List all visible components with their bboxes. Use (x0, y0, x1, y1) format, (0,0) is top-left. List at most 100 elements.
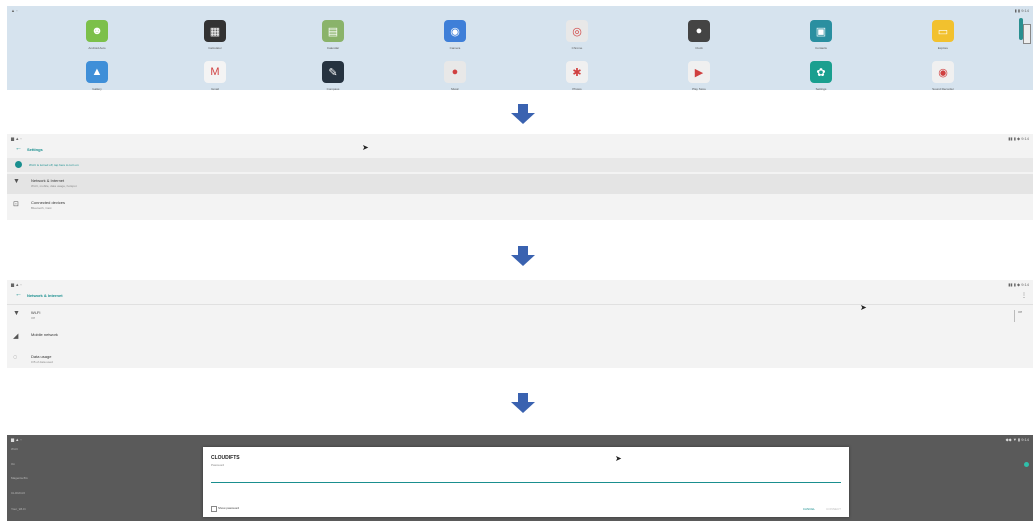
status-icons-left: ▆ ▲ ◦ (11, 437, 22, 442)
chrome-icon: ◎ (566, 20, 588, 42)
app-music[interactable]: ● Music (425, 61, 485, 91)
settings-gear-icon: ✿ (810, 61, 832, 83)
back-arrow-icon[interactable]: ← (15, 145, 22, 152)
android-icon: ☻ (86, 20, 108, 42)
status-icons-left: ▲ ◦ (11, 8, 18, 13)
network-item-title: Wi-Fi (31, 310, 41, 315)
clock-icon: ● (688, 20, 710, 42)
status-icons-left: ▆ ▲ ◦ (11, 282, 22, 287)
bg-list-item: Your_Wi-Fi (11, 507, 26, 511)
gmail-icon: M (204, 61, 226, 83)
app-label: Chrome (571, 46, 583, 50)
show-password-checkbox[interactable] (211, 506, 217, 512)
compass-icon: ✎ (322, 61, 344, 83)
launcher-screen: ▲ ◦ ▮ ▮ 9:14 ☻ Android Auto ▦ Calculator ▤ Ca… (7, 6, 1033, 91)
app-label: Sound Recorder (932, 87, 954, 91)
app-label: Music (451, 87, 459, 91)
show-password-label: Show password (218, 506, 240, 510)
wifi-icon: ▼ (13, 310, 20, 317)
wifi-password-dialog: CLOUDIFTS Password Show password CANCEL … (203, 447, 849, 517)
app-camera[interactable]: ◉ Camera (425, 20, 485, 50)
page-title: Network & Internet (27, 293, 63, 298)
status-bar: ▆ ▲ ◦ ▮▮ ▮ ◆ 9:14 (7, 280, 1033, 288)
toolbar: ← Settings (7, 142, 1033, 159)
play-store-icon: ▶ (688, 61, 710, 83)
data-usage-icon: ◌ (13, 354, 18, 361)
app-clock[interactable]: ● Clock (669, 20, 729, 50)
app-contacts[interactable]: ▣ Contacts (791, 20, 851, 50)
network-item-wifi[interactable]: ▼ Wi-Fi Off Off (7, 306, 1033, 326)
app-play-store[interactable]: ▶ Play Store (669, 61, 729, 91)
app-label: Calculator (208, 46, 222, 50)
network-item-title: Mobile network (31, 332, 58, 337)
bg-list-item: Wi-Fi (11, 447, 18, 451)
app-calendar[interactable]: ▤ Calendar (303, 20, 363, 50)
app-photos[interactable]: ✱ Photos (547, 61, 607, 91)
app-android[interactable]: ☻ Android Auto (67, 20, 127, 50)
network-item-subtitle: Off (31, 316, 35, 320)
settings-item-title: Network & Internet (31, 178, 65, 183)
down-arrow-icon (510, 104, 536, 124)
scrollbar[interactable] (1023, 24, 1031, 44)
bg-list-item: On (11, 462, 16, 466)
page-title: Settings (27, 147, 43, 152)
down-arrow-icon (510, 246, 536, 266)
down-arrow-icon (510, 393, 536, 413)
bg-list-item: Magenta-5G (11, 476, 28, 480)
app-settings-gear[interactable]: ✿ Settings (791, 61, 851, 91)
banner-text: Wi-Fi is turned off, tap here to turn on (29, 163, 79, 167)
settings-item-subtitle: Bluetooth, Cast (31, 206, 52, 210)
camera-icon: ◉ (444, 20, 466, 42)
settings-screen: ▆ ▲ ◦ ▮▮ ▮ ◆ 9:14 ← Settings Wi-Fi is tu… (7, 134, 1033, 220)
calculator-icon: ▦ (204, 20, 226, 42)
status-bar: ▲ ◦ ▮ ▮ 9:14 (7, 6, 1033, 14)
network-item-data-usage[interactable]: ◌ Data usage 0 B of data used (7, 350, 1033, 370)
back-arrow-icon[interactable]: ← (15, 291, 22, 298)
wifi-toggle[interactable]: Off (1014, 310, 1025, 322)
network-item-title: Data usage (31, 354, 52, 359)
password-input[interactable] (211, 482, 841, 483)
sound-recorder-icon: ◉ (932, 61, 954, 83)
app-label: Explore (937, 46, 949, 50)
app-folder[interactable]: ▭ Explore (913, 20, 973, 50)
app-label: Clock (695, 46, 703, 50)
contacts-icon: ▣ (810, 20, 832, 42)
status-bar: ▆ ▲ ◦ ◆◆ ▼ ▮ 9:14 (7, 435, 1033, 443)
settings-item-network[interactable]: ▼ Network & Internet Wi-Fi, mobile, data… (7, 174, 1033, 194)
wifi-off-banner[interactable]: Wi-Fi is turned off, tap here to turn on (7, 158, 1033, 172)
overflow-menu-icon[interactable]: ⋮ (1021, 292, 1027, 299)
app-label: Gmail (211, 87, 219, 91)
app-compass[interactable]: ✎ Compass (303, 61, 363, 91)
app-chrome[interactable]: ◎ Chrome (547, 20, 607, 50)
connect-button[interactable]: CONNECT (826, 507, 841, 511)
app-gmail[interactable]: M Gmail (185, 61, 245, 91)
gallery-icon: ▲ (86, 61, 108, 83)
folder-icon: ▭ (932, 20, 954, 42)
app-gallery[interactable]: ▲ Gallery (67, 61, 127, 91)
wifi-password-screen: ▆ ▲ ◦ ◆◆ ▼ ▮ 9:14 Wi-Fi On Magenta-5G CL… (7, 435, 1033, 521)
app-label: Android Auto (88, 46, 106, 50)
dialog-title: CLOUDIFTS (211, 455, 240, 461)
status-icons-right: ▮▮ ▮ ◆ 9:14 (1008, 282, 1029, 287)
network-item-subtitle: 0 B of data used (31, 360, 53, 364)
settings-item-connected-devices[interactable]: ⊡ Connected devices Bluetooth, Cast (7, 196, 1033, 216)
app-sound-recorder[interactable]: ◉ Sound Recorder (913, 61, 973, 91)
cancel-button[interactable]: CANCEL (803, 507, 815, 511)
network-item-mobile[interactable]: ◢ Mobile network (7, 328, 1033, 348)
status-icons-right: ◆◆ ▼ ▮ 9:14 (1005, 437, 1029, 442)
app-label: Contacts (815, 46, 827, 50)
mouse-cursor-icon: ➤ (860, 303, 867, 312)
bg-list-item: CLOUD-FI (11, 491, 26, 495)
devices-icon: ⊡ (13, 201, 19, 208)
status-icons-left: ▆ ▲ ◦ (11, 136, 22, 141)
password-label: Password (211, 463, 225, 467)
toggle-label: Off (1018, 310, 1022, 314)
network-internet-screen: ▆ ▲ ◦ ▮▮ ▮ ◆ 9:14 ← Network & Internet ⋮… (7, 280, 1033, 368)
settings-item-title: Connected devices (31, 200, 66, 205)
mouse-cursor-icon: ➤ (615, 454, 622, 463)
app-label: Settings (815, 87, 827, 91)
app-label: Camera (449, 46, 461, 50)
signal-icon: ◢ (13, 333, 19, 340)
status-icons-right: ▮ ▮ 9:14 (1014, 8, 1029, 13)
app-calculator[interactable]: ▦ Calculator (185, 20, 245, 50)
